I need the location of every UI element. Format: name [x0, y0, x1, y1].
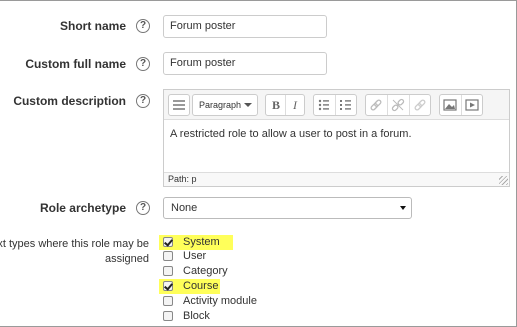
role-archetype-value: None	[171, 202, 198, 214]
help-icon[interactable]: ?	[136, 94, 150, 108]
editor-path-bar: Path: p	[164, 172, 509, 186]
editor-toolbar: Paragraph B I	[164, 90, 509, 120]
context-types-label: xt types where this role may be	[0, 238, 149, 250]
checkbox[interactable]	[163, 251, 173, 261]
editor-content[interactable]: A restricted role to allow a user to pos…	[170, 128, 412, 140]
checkbox-checked[interactable]	[163, 237, 173, 247]
bold-button[interactable]: B	[266, 95, 286, 115]
help-icon[interactable]: ?	[136, 201, 150, 215]
help-icon[interactable]: ?	[136, 19, 150, 33]
ordered-list-icon	[340, 100, 351, 110]
link-icon	[370, 99, 382, 111]
ordered-list-button[interactable]	[336, 95, 356, 115]
context-option-user[interactable]: User	[159, 249, 233, 264]
media-icon	[465, 99, 479, 111]
checkbox[interactable]	[163, 266, 173, 276]
context-option-category[interactable]: Category	[159, 264, 233, 279]
image-button[interactable]	[440, 95, 460, 115]
context-option-activity-module[interactable]: Activity module	[159, 294, 269, 309]
list-group	[313, 94, 357, 116]
paragraph-format-select[interactable]: Paragraph	[192, 94, 258, 116]
unlink-icon	[391, 98, 405, 112]
context-option-label: System	[183, 236, 220, 248]
text-style-group: B I	[265, 94, 305, 116]
media-button[interactable]	[462, 95, 482, 115]
image-icon	[443, 99, 457, 111]
custom-description-label: Custom description	[13, 94, 126, 108]
paragraph-format-label: Paragraph	[199, 100, 242, 110]
role-archetype-label: Role archetype	[39, 201, 126, 215]
unordered-list-button[interactable]	[314, 95, 334, 115]
link-disabled-icon	[414, 99, 426, 111]
short-name-label: Short name	[59, 19, 126, 33]
rich-text-editor: Paragraph B I A restricted role to allow…	[163, 89, 510, 187]
context-option-label: Category	[183, 265, 228, 277]
context-option-system[interactable]: System	[159, 235, 233, 250]
custom-full-name-label: Custom full name	[25, 57, 126, 71]
unlink-button[interactable]	[388, 95, 408, 115]
media-group	[439, 94, 483, 116]
unordered-list-icon	[318, 99, 329, 111]
collapse-icon	[173, 100, 185, 110]
italic-button[interactable]: I	[285, 95, 305, 115]
context-option-label: Activity module	[183, 295, 257, 307]
custom-full-name-input[interactable]: Forum poster	[163, 52, 327, 75]
form-frame: Short name ? Forum poster Custom full na…	[0, 0, 517, 327]
context-types-label-continued: assigned	[104, 253, 149, 265]
chevron-down-icon	[400, 206, 406, 210]
collapse-button[interactable]	[168, 94, 190, 116]
context-option-block[interactable]: Block	[159, 309, 233, 324]
help-icon[interactable]: ?	[136, 57, 150, 71]
resize-handle[interactable]	[499, 176, 508, 185]
short-name-input[interactable]: Forum poster	[163, 15, 327, 38]
link-disabled-button[interactable]	[410, 95, 430, 115]
context-option-course[interactable]: Course	[159, 279, 220, 294]
checkbox[interactable]	[163, 311, 173, 321]
context-option-label: User	[183, 250, 207, 262]
checkbox-checked[interactable]	[163, 281, 173, 291]
chevron-down-icon	[244, 103, 252, 107]
checkbox[interactable]	[163, 296, 173, 306]
context-option-label: Course	[183, 280, 219, 292]
link-button[interactable]	[366, 95, 386, 115]
context-option-label: Block	[183, 310, 210, 322]
link-group	[365, 94, 431, 116]
role-archetype-select[interactable]: None	[163, 197, 412, 219]
